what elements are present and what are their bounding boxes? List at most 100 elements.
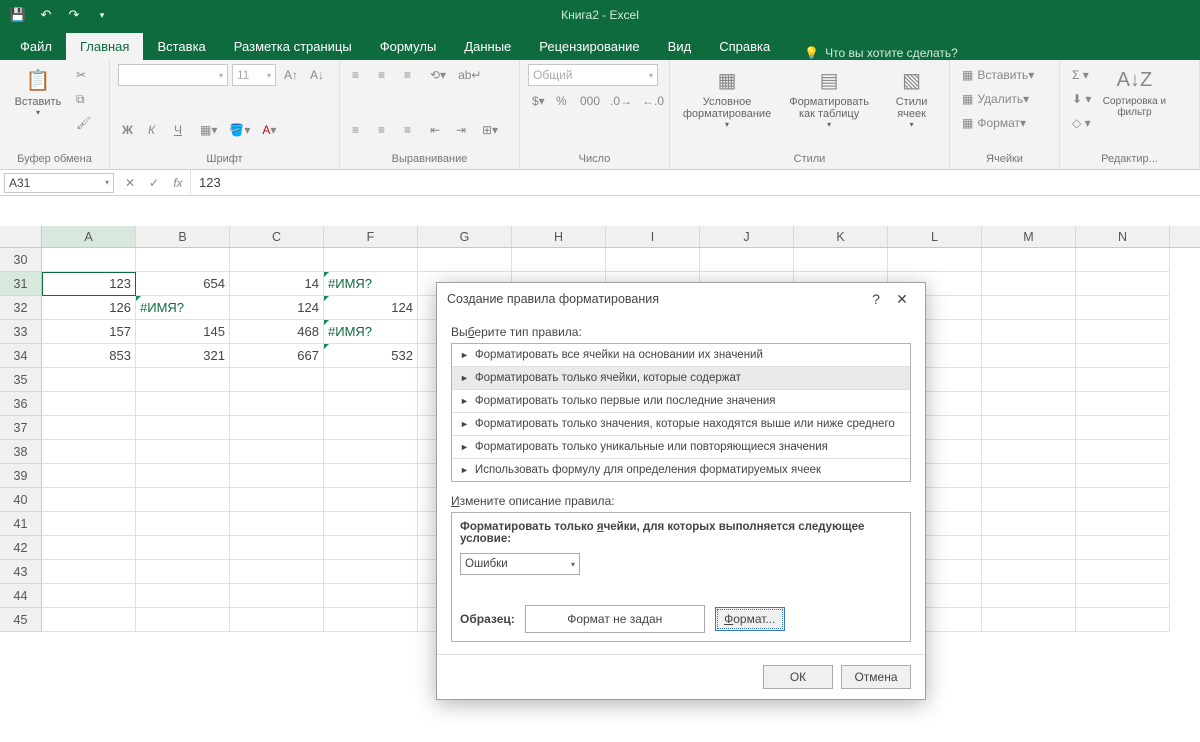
format-as-table-button[interactable]: ▤ Форматировать как таблицу▾ [780, 64, 878, 129]
enter-formula-button[interactable]: ✓ [142, 176, 166, 190]
clear-button[interactable]: ◇ ▾ [1068, 112, 1095, 134]
cell[interactable] [512, 248, 606, 272]
cell[interactable]: 667 [230, 344, 324, 368]
row-header[interactable]: 42 [0, 536, 42, 560]
cell[interactable] [324, 512, 418, 536]
cell[interactable] [982, 488, 1076, 512]
tab-home[interactable]: Главная [66, 33, 143, 60]
row-header[interactable]: 38 [0, 440, 42, 464]
column-header[interactable]: K [794, 226, 888, 247]
column-header[interactable]: I [606, 226, 700, 247]
ok-button[interactable]: ОК [763, 665, 833, 689]
column-header[interactable]: B [136, 226, 230, 247]
rule-type-item[interactable]: ►Форматировать только ячейки, которые со… [452, 367, 910, 390]
cell[interactable]: 123 [42, 272, 136, 296]
row-header[interactable]: 36 [0, 392, 42, 416]
row-header[interactable]: 43 [0, 560, 42, 584]
column-header[interactable]: H [512, 226, 606, 247]
row-header[interactable]: 31 [0, 272, 42, 296]
cell[interactable] [136, 248, 230, 272]
rule-type-item[interactable]: ►Форматировать только значения, которые … [452, 413, 910, 436]
column-header[interactable]: J [700, 226, 794, 247]
conditional-formatting-button[interactable]: ▦ Условное форматирование▾ [678, 64, 776, 129]
cell[interactable] [42, 512, 136, 536]
comma-button[interactable]: 000 [576, 90, 604, 112]
condition-combo[interactable]: Ошибки▾ [460, 553, 580, 575]
cell[interactable] [42, 488, 136, 512]
column-header[interactable]: L [888, 226, 982, 247]
row-header[interactable]: 35 [0, 368, 42, 392]
format-cells-button[interactable]: ▦ Формат ▾ [958, 112, 1038, 134]
fx-button[interactable]: fx [166, 176, 190, 190]
align-center-button[interactable]: ≡ [374, 119, 396, 141]
cell[interactable] [982, 368, 1076, 392]
cell[interactable] [1076, 608, 1170, 632]
align-top-button[interactable]: ≡ [348, 64, 370, 86]
cut-button[interactable]: ✂ [72, 64, 95, 86]
align-left-button[interactable]: ≡ [348, 119, 370, 141]
cell[interactable] [1076, 440, 1170, 464]
cell[interactable] [982, 440, 1076, 464]
decrease-decimal-button[interactable]: ←.0 [638, 90, 668, 112]
cell[interactable] [42, 560, 136, 584]
orientation-button[interactable]: ⟲▾ [426, 64, 450, 86]
copy-button[interactable]: ⧉ [72, 88, 95, 110]
column-header[interactable]: M [982, 226, 1076, 247]
cell[interactable] [42, 368, 136, 392]
font-color-button[interactable]: A▾ [258, 119, 280, 141]
cell[interactable] [1076, 464, 1170, 488]
font-size-select[interactable]: 11▾ [232, 64, 276, 86]
cell[interactable] [1076, 488, 1170, 512]
row-header[interactable]: 33 [0, 320, 42, 344]
cell[interactable] [418, 248, 512, 272]
cell[interactable]: 321 [136, 344, 230, 368]
cell[interactable] [982, 608, 1076, 632]
cell[interactable] [1076, 320, 1170, 344]
bold-button[interactable]: Ж [118, 119, 140, 141]
percent-button[interactable]: % [552, 90, 574, 112]
cell[interactable] [982, 344, 1076, 368]
format-button[interactable]: Формат... [715, 607, 785, 631]
cell[interactable] [324, 416, 418, 440]
cell[interactable] [1076, 560, 1170, 584]
cell[interactable] [888, 248, 982, 272]
column-header[interactable]: C [230, 226, 324, 247]
rule-type-item[interactable]: ►Форматировать только первые или последн… [452, 390, 910, 413]
cell[interactable] [42, 608, 136, 632]
tab-file[interactable]: Файл [6, 33, 66, 60]
cell[interactable] [982, 512, 1076, 536]
cell[interactable] [230, 560, 324, 584]
decrease-indent-button[interactable]: ⇤ [426, 119, 448, 141]
cell[interactable] [1076, 272, 1170, 296]
font-name-select[interactable]: ▾ [118, 64, 228, 86]
help-button[interactable]: ? [863, 291, 889, 307]
cell[interactable] [324, 536, 418, 560]
cell[interactable]: 532 [324, 344, 418, 368]
cell[interactable] [324, 608, 418, 632]
cancel-formula-button[interactable]: ✕ [118, 176, 142, 190]
fill-color-button[interactable]: 🪣▾ [225, 119, 254, 141]
cell[interactable] [230, 416, 324, 440]
row-header[interactable]: 32 [0, 296, 42, 320]
cell[interactable] [230, 488, 324, 512]
cell[interactable] [230, 368, 324, 392]
cell[interactable]: #ИМЯ? [324, 272, 418, 296]
column-header[interactable]: G [418, 226, 512, 247]
cell[interactable] [324, 488, 418, 512]
sort-filter-button[interactable]: A↓Z Сортировка и фильтр [1099, 64, 1169, 118]
cell[interactable] [324, 440, 418, 464]
align-bottom-button[interactable]: ≡ [400, 64, 422, 86]
tab-layout[interactable]: Разметка страницы [220, 33, 366, 60]
format-painter-button[interactable]: 🖌 [72, 112, 95, 134]
tab-data[interactable]: Данные [450, 33, 525, 60]
cell[interactable] [982, 272, 1076, 296]
delete-cells-button[interactable]: ▦ Удалить ▾ [958, 88, 1038, 110]
cell[interactable] [1076, 296, 1170, 320]
cell[interactable] [1076, 536, 1170, 560]
cell[interactable]: #ИМЯ? [324, 320, 418, 344]
cell[interactable] [794, 248, 888, 272]
cell[interactable] [136, 416, 230, 440]
cell[interactable] [982, 560, 1076, 584]
cell[interactable] [230, 536, 324, 560]
cell[interactable] [982, 584, 1076, 608]
